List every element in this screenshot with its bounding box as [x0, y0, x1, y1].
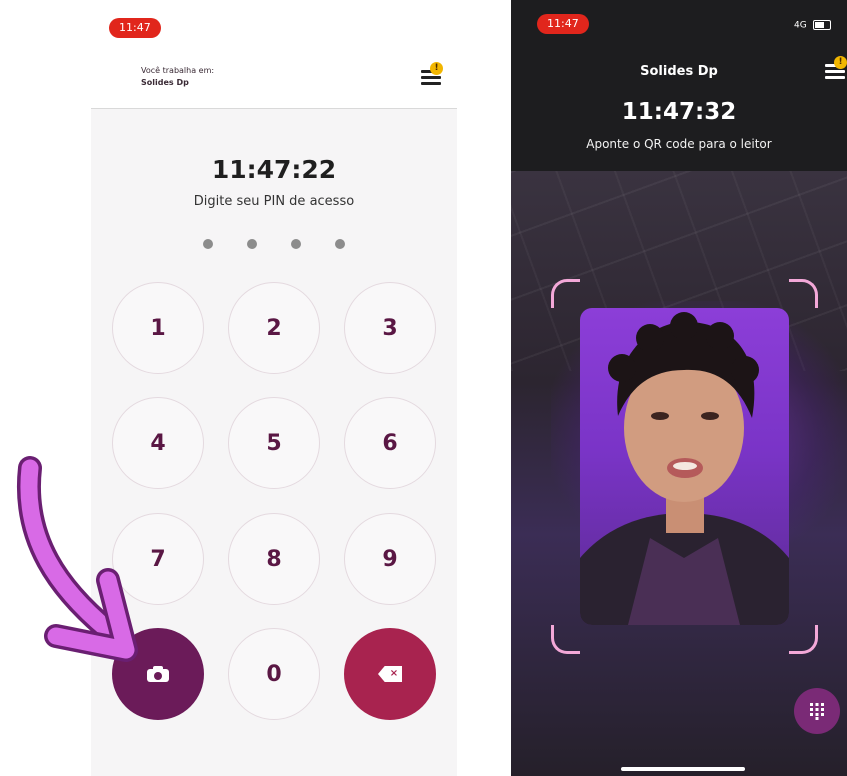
camera-preview [511, 171, 847, 776]
company-name: Solides Dp [640, 64, 718, 79]
workplace-label: Você trabalha em: [141, 66, 215, 75]
menu-button[interactable]: ! [419, 62, 445, 90]
pin-dot [247, 239, 257, 249]
scan-corner [551, 625, 580, 654]
backspace-icon: × [378, 666, 402, 682]
key-9[interactable]: 9 [344, 513, 436, 605]
key-0[interactable]: 0 [228, 628, 320, 720]
pin-dot [203, 239, 213, 249]
home-indicator[interactable] [621, 767, 745, 771]
workplace-company: Solides Dp [141, 78, 189, 87]
key-6[interactable]: 6 [344, 397, 436, 489]
curved-arrow-icon [17, 456, 138, 662]
pin-dot [335, 239, 345, 249]
network-label: 4G [794, 20, 807, 31]
pin-prompt: Digite seu PIN de acesso [193, 194, 355, 209]
status-bar-time: 11:47 [537, 14, 589, 34]
camera-icon [147, 666, 169, 682]
current-time: 11:47:32 [621, 99, 737, 125]
notification-badge: ! [430, 62, 443, 75]
scan-corner [789, 279, 818, 308]
key-1[interactable]: 1 [112, 282, 204, 374]
key-5[interactable]: 5 [228, 397, 320, 489]
pin-dot [291, 239, 301, 249]
key-3[interactable]: 3 [344, 282, 436, 374]
key-8[interactable]: 8 [228, 513, 320, 605]
battery-icon [812, 20, 831, 30]
delete-button[interactable]: × [344, 628, 436, 720]
current-time: 11:47:22 [211, 155, 337, 184]
person-photo [580, 312, 789, 625]
scan-corner [551, 279, 580, 308]
keypad-button[interactable] [794, 688, 840, 734]
scan-corner [789, 625, 818, 654]
app-header: 11:47 Você trabalha em: Solides Dp ! [91, 0, 457, 109]
qr-scan-screen: 11:47 4G ! Solides Dp 11:47:32 Aponte o … [511, 0, 847, 776]
face-capture-frame [580, 308, 789, 625]
pin-indicator [91, 234, 457, 253]
key-2[interactable]: 2 [228, 282, 320, 374]
status-bar-time: 11:47 [109, 18, 161, 38]
network-status: 4G [794, 20, 831, 31]
keypad-icon [810, 703, 824, 720]
scan-prompt: Aponte o QR code para o leitor [586, 137, 772, 151]
